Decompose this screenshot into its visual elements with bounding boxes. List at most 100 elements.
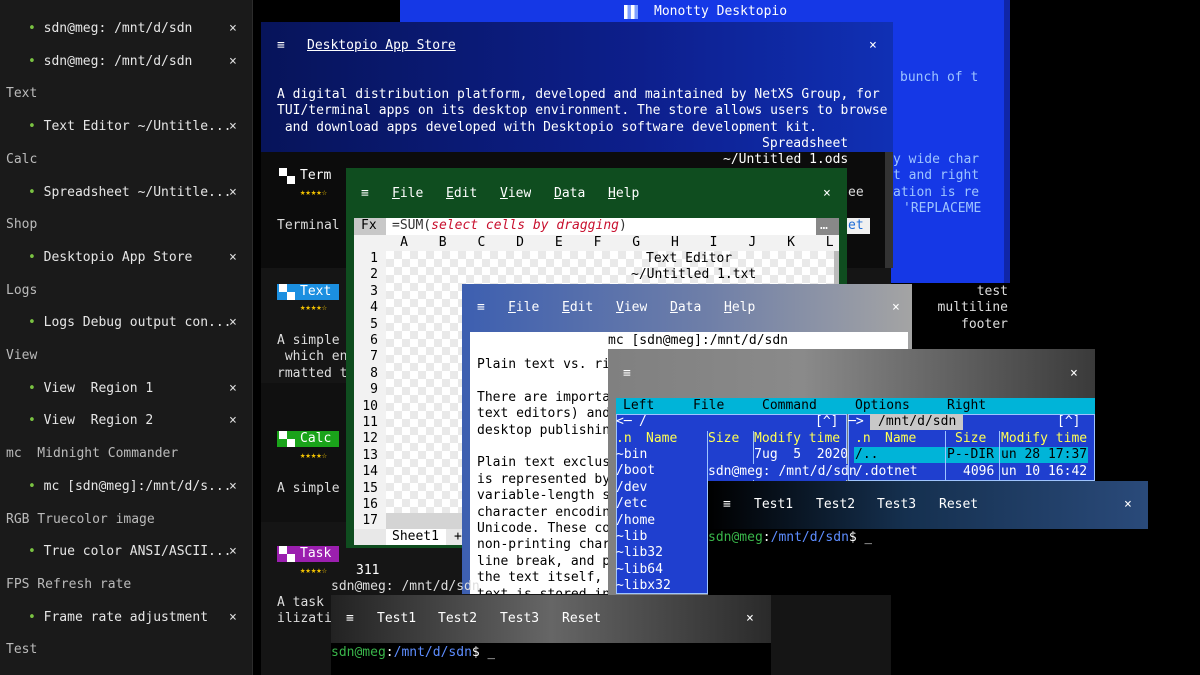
mc-close-icon[interactable]: × [1070, 366, 1078, 382]
terminal-2-tab-reset[interactable]: Reset [562, 611, 601, 627]
editor-menu-icon[interactable]: ≡ [477, 300, 485, 316]
terminal-2-tab-test1[interactable]: Test1 [377, 611, 416, 627]
calc-row-label[interactable]: 11 [354, 415, 378, 431]
mc-left-corner[interactable]: <─ [616, 414, 632, 430]
sidebar-window-item[interactable]: • Logs Debug output con... × [0, 306, 252, 339]
close-icon[interactable]: × [229, 306, 237, 339]
mc-right-corner[interactable]: ─> [848, 414, 864, 430]
editor-menu-data[interactable]: Data [670, 300, 701, 316]
calc-column-label[interactable]: L [811, 235, 849, 251]
term-app-name[interactable]: Term [300, 168, 331, 184]
calc-menu-view[interactable]: View [500, 186, 531, 202]
terminal-1-close-icon[interactable]: × [1124, 497, 1132, 513]
terminal-1-tab-test2[interactable]: Test2 [816, 497, 855, 513]
calc-row-label[interactable]: 15 [354, 481, 378, 497]
mc-left-row[interactable]: ~bin 7 ug 5 2020 [616, 447, 847, 463]
calc-row-label[interactable]: 12 [354, 431, 378, 447]
mc-menu-icon[interactable]: ≡ [623, 366, 631, 382]
sidebar-window-item[interactable]: • View Region 2 × [0, 404, 252, 437]
app-store-close-icon[interactable]: × [869, 38, 877, 54]
mc-left-up[interactable]: [^] [815, 414, 838, 430]
terminal-1-tab-test1[interactable]: Test1 [754, 497, 793, 513]
terminal-1-tab-test3[interactable]: Test3 [877, 497, 916, 513]
terminal-2-tab-test2[interactable]: Test2 [438, 611, 477, 627]
calc-menu-data[interactable]: Data [554, 186, 585, 202]
mc-right-up[interactable]: [^] [1057, 414, 1080, 430]
calc-column-label[interactable]: K [772, 235, 810, 251]
calc-formula-text[interactable]: =SUM(select cells by dragging) [392, 218, 627, 234]
calc-row-label[interactable]: 16 [354, 497, 378, 513]
sidebar-window-item[interactable]: • View Region 1 × [0, 372, 252, 405]
calc-app-name[interactable]: Calc [300, 431, 331, 447]
close-icon[interactable]: × [229, 372, 237, 405]
calc-menu-edit[interactable]: Edit [446, 186, 477, 202]
mc-menu-left[interactable]: Left [623, 398, 654, 414]
terminal-2-menu-icon[interactable]: ≡ [346, 611, 354, 627]
calc-row-label[interactable]: 5 [354, 317, 378, 333]
calc-row-label[interactable]: 9 [354, 382, 378, 398]
calc-column-label[interactable]: B [424, 235, 462, 251]
terminal-1-prompt[interactable]: sdn@meg:/mnt/d/sdn$ _ [708, 530, 872, 546]
terminal-1-tab-reset[interactable]: Reset [939, 497, 978, 513]
sidebar-window-item[interactable]: • Spreadsheet ~/Untitle... × [0, 176, 252, 209]
calc-column-label[interactable]: A [385, 235, 423, 251]
app-store-menu-icon[interactable]: ≡ [277, 38, 285, 54]
close-icon[interactable]: × [229, 404, 237, 437]
sidebar-window-item[interactable]: • Desktopio App Store × [0, 241, 252, 274]
calc-add-sheet-button[interactable]: + [454, 529, 462, 545]
calc-menu-file[interactable]: File [392, 186, 423, 202]
terminal-2-prompt[interactable]: sdn@meg:/mnt/d/sdn$ _ [331, 645, 495, 661]
calc-row-label[interactable]: 2 [354, 267, 378, 283]
calc-row-label[interactable]: 8 [354, 366, 378, 382]
sidebar-window-item[interactable]: • Frame rate adjustment × [0, 601, 252, 634]
calc-column-label[interactable]: H [656, 235, 694, 251]
calc-column-label[interactable]: G [617, 235, 655, 251]
close-icon[interactable]: × [229, 176, 237, 209]
calc-column-label[interactable]: D [501, 235, 539, 251]
sidebar-window-item[interactable]: • True color ANSI/ASCII... × [0, 535, 252, 568]
close-icon[interactable]: × [229, 12, 237, 45]
calc-column-label[interactable]: J [733, 235, 771, 251]
calc-row-label[interactable]: 10 [354, 399, 378, 415]
close-icon[interactable]: × [229, 470, 237, 503]
editor-menu-edit[interactable]: Edit [562, 300, 593, 316]
terminal-2-close-icon[interactable]: × [746, 611, 754, 627]
close-icon[interactable]: × [229, 241, 237, 274]
terminal-2-tab-test3[interactable]: Test3 [500, 611, 539, 627]
calc-column-label[interactable]: I [695, 235, 733, 251]
calc-column-label[interactable]: E [540, 235, 578, 251]
calc-row-label[interactable]: 1 [354, 251, 378, 267]
calc-row-label[interactable]: 17 [354, 513, 378, 529]
terminal-1-menu-icon[interactable]: ≡ [723, 497, 731, 513]
editor-menu-help[interactable]: Help [724, 300, 755, 316]
calc-row-label[interactable]: 7 [354, 349, 378, 365]
mc-menu-file[interactable]: File [693, 398, 724, 414]
store-scrollbar[interactable] [885, 152, 893, 268]
calc-column-label[interactable]: C [462, 235, 500, 251]
sidebar-window-item[interactable]: • mc [sdn@meg]:/mnt/d/s... × [0, 470, 252, 503]
mc-menu-options[interactable]: Options [855, 398, 910, 414]
editor-close-icon[interactable]: × [892, 300, 900, 316]
sidebar-window-item[interactable]: • Text Editor ~/Untitle... × [0, 110, 252, 143]
calc-row-label[interactable]: 6 [354, 333, 378, 349]
mc-menu-command[interactable]: Command [762, 398, 817, 414]
editor-menu-file[interactable]: File [508, 300, 539, 316]
task-app-name[interactable]: Task [300, 546, 331, 562]
calc-menu-icon[interactable]: ≡ [361, 186, 369, 202]
close-icon[interactable]: × [229, 601, 237, 634]
sidebar-window-item[interactable]: • sdn@meg: /mnt/d/sdn × [0, 45, 252, 78]
mc-menu-right[interactable]: Right [947, 398, 986, 414]
calc-menu-help[interactable]: Help [608, 186, 639, 202]
calc-close-icon[interactable]: × [823, 186, 831, 202]
editor-text-lines[interactable]: Plain text vs. ri There are importa text e… [477, 349, 610, 594]
calc-row-label[interactable]: 3 [354, 284, 378, 300]
close-icon[interactable]: × [229, 45, 237, 78]
calc-column-label[interactable]: F [579, 235, 617, 251]
calc-row-label[interactable]: 4 [354, 300, 378, 316]
text-app-name[interactable]: Text [300, 284, 331, 300]
calc-row-label[interactable]: 14 [354, 464, 378, 480]
close-icon[interactable]: × [229, 535, 237, 568]
editor-menu-view[interactable]: View [616, 300, 647, 316]
sidebar-window-item[interactable]: • sdn@meg: /mnt/d/sdn × [0, 12, 252, 45]
calc-row-label[interactable]: 13 [354, 448, 378, 464]
